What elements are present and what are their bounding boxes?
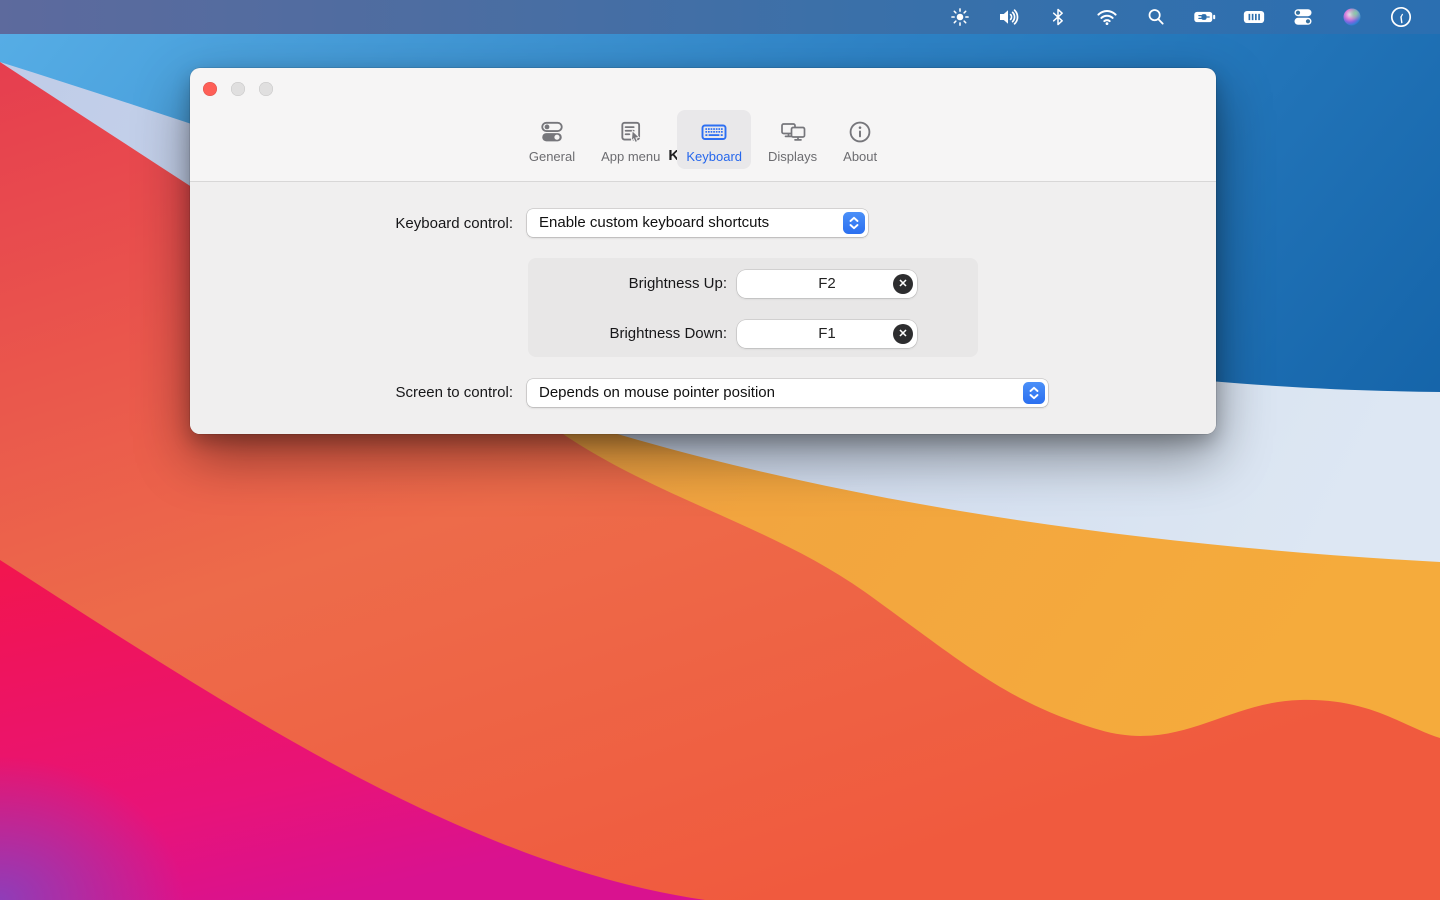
- volume-icon[interactable]: [997, 5, 1021, 29]
- tab-label: General: [528, 149, 576, 164]
- keyboard-control-popup[interactable]: Enable custom keyboard shortcuts: [527, 209, 868, 237]
- tab-general[interactable]: General: [520, 110, 584, 169]
- level-indicator-icon[interactable]: [1242, 5, 1266, 29]
- zoom-button[interactable]: [259, 82, 273, 96]
- tab-app-menu[interactable]: App menu: [592, 110, 669, 169]
- info-icon: [847, 116, 873, 148]
- tab-label: App menu: [601, 149, 661, 164]
- popup-value: Enable custom keyboard shortcuts: [539, 214, 770, 231]
- popup-stepper-icon: [1023, 382, 1045, 404]
- brightness-down-field[interactable]: F1 ✕: [737, 320, 917, 348]
- tab-keyboard[interactable]: Keyboard: [677, 110, 752, 169]
- popup-value: Depends on mouse pointer position: [539, 384, 775, 401]
- tab-label: About: [843, 149, 878, 164]
- screen-to-control-label: Screen to control:: [395, 384, 513, 401]
- shortcuts-groupbox: Brightness Up: F2 ✕ Brightness Down: F1 …: [528, 258, 978, 357]
- displays-icon: [779, 116, 807, 148]
- wifi-icon[interactable]: [1095, 5, 1119, 29]
- tab-displays[interactable]: Displays: [759, 110, 826, 169]
- menu-bar: [0, 0, 1440, 34]
- preferences-window: Keyboard General App menu Keyboard Displ…: [190, 68, 1216, 434]
- keyboard-control-label: Keyboard control:: [395, 215, 513, 232]
- clear-shortcut-icon[interactable]: ✕: [893, 274, 913, 294]
- minimize-button[interactable]: [231, 82, 245, 96]
- hotkey-value: F2: [818, 275, 836, 292]
- battery-charging-icon[interactable]: [1193, 5, 1217, 29]
- brightness-icon[interactable]: [948, 5, 972, 29]
- keyboard-icon: [700, 116, 728, 148]
- window-controls: [203, 82, 273, 96]
- popup-stepper-icon: [843, 212, 865, 234]
- bluetooth-icon[interactable]: [1046, 5, 1070, 29]
- screen-to-control-popup[interactable]: Depends on mouse pointer position: [527, 379, 1048, 407]
- clock-icon[interactable]: [1389, 5, 1413, 29]
- tab-label: Keyboard: [686, 149, 743, 164]
- close-button[interactable]: [203, 82, 217, 96]
- siri-icon[interactable]: [1340, 5, 1364, 29]
- clear-shortcut-icon[interactable]: ✕: [893, 324, 913, 344]
- tab-about[interactable]: About: [834, 110, 886, 169]
- control-center-icon[interactable]: [1291, 5, 1315, 29]
- tab-label: Displays: [768, 149, 818, 164]
- brightness-up-label: Brightness Up:: [628, 275, 727, 292]
- brightness-down-label: Brightness Down:: [609, 325, 727, 342]
- brightness-up-field[interactable]: F2 ✕: [737, 270, 917, 298]
- toolbar-tabs: General App menu Keyboard Displays About: [190, 110, 1216, 169]
- toggles-icon: [539, 116, 565, 148]
- menu-cursor-icon: [618, 116, 644, 148]
- spotlight-search-icon[interactable]: [1144, 5, 1168, 29]
- hotkey-value: F1: [818, 325, 836, 342]
